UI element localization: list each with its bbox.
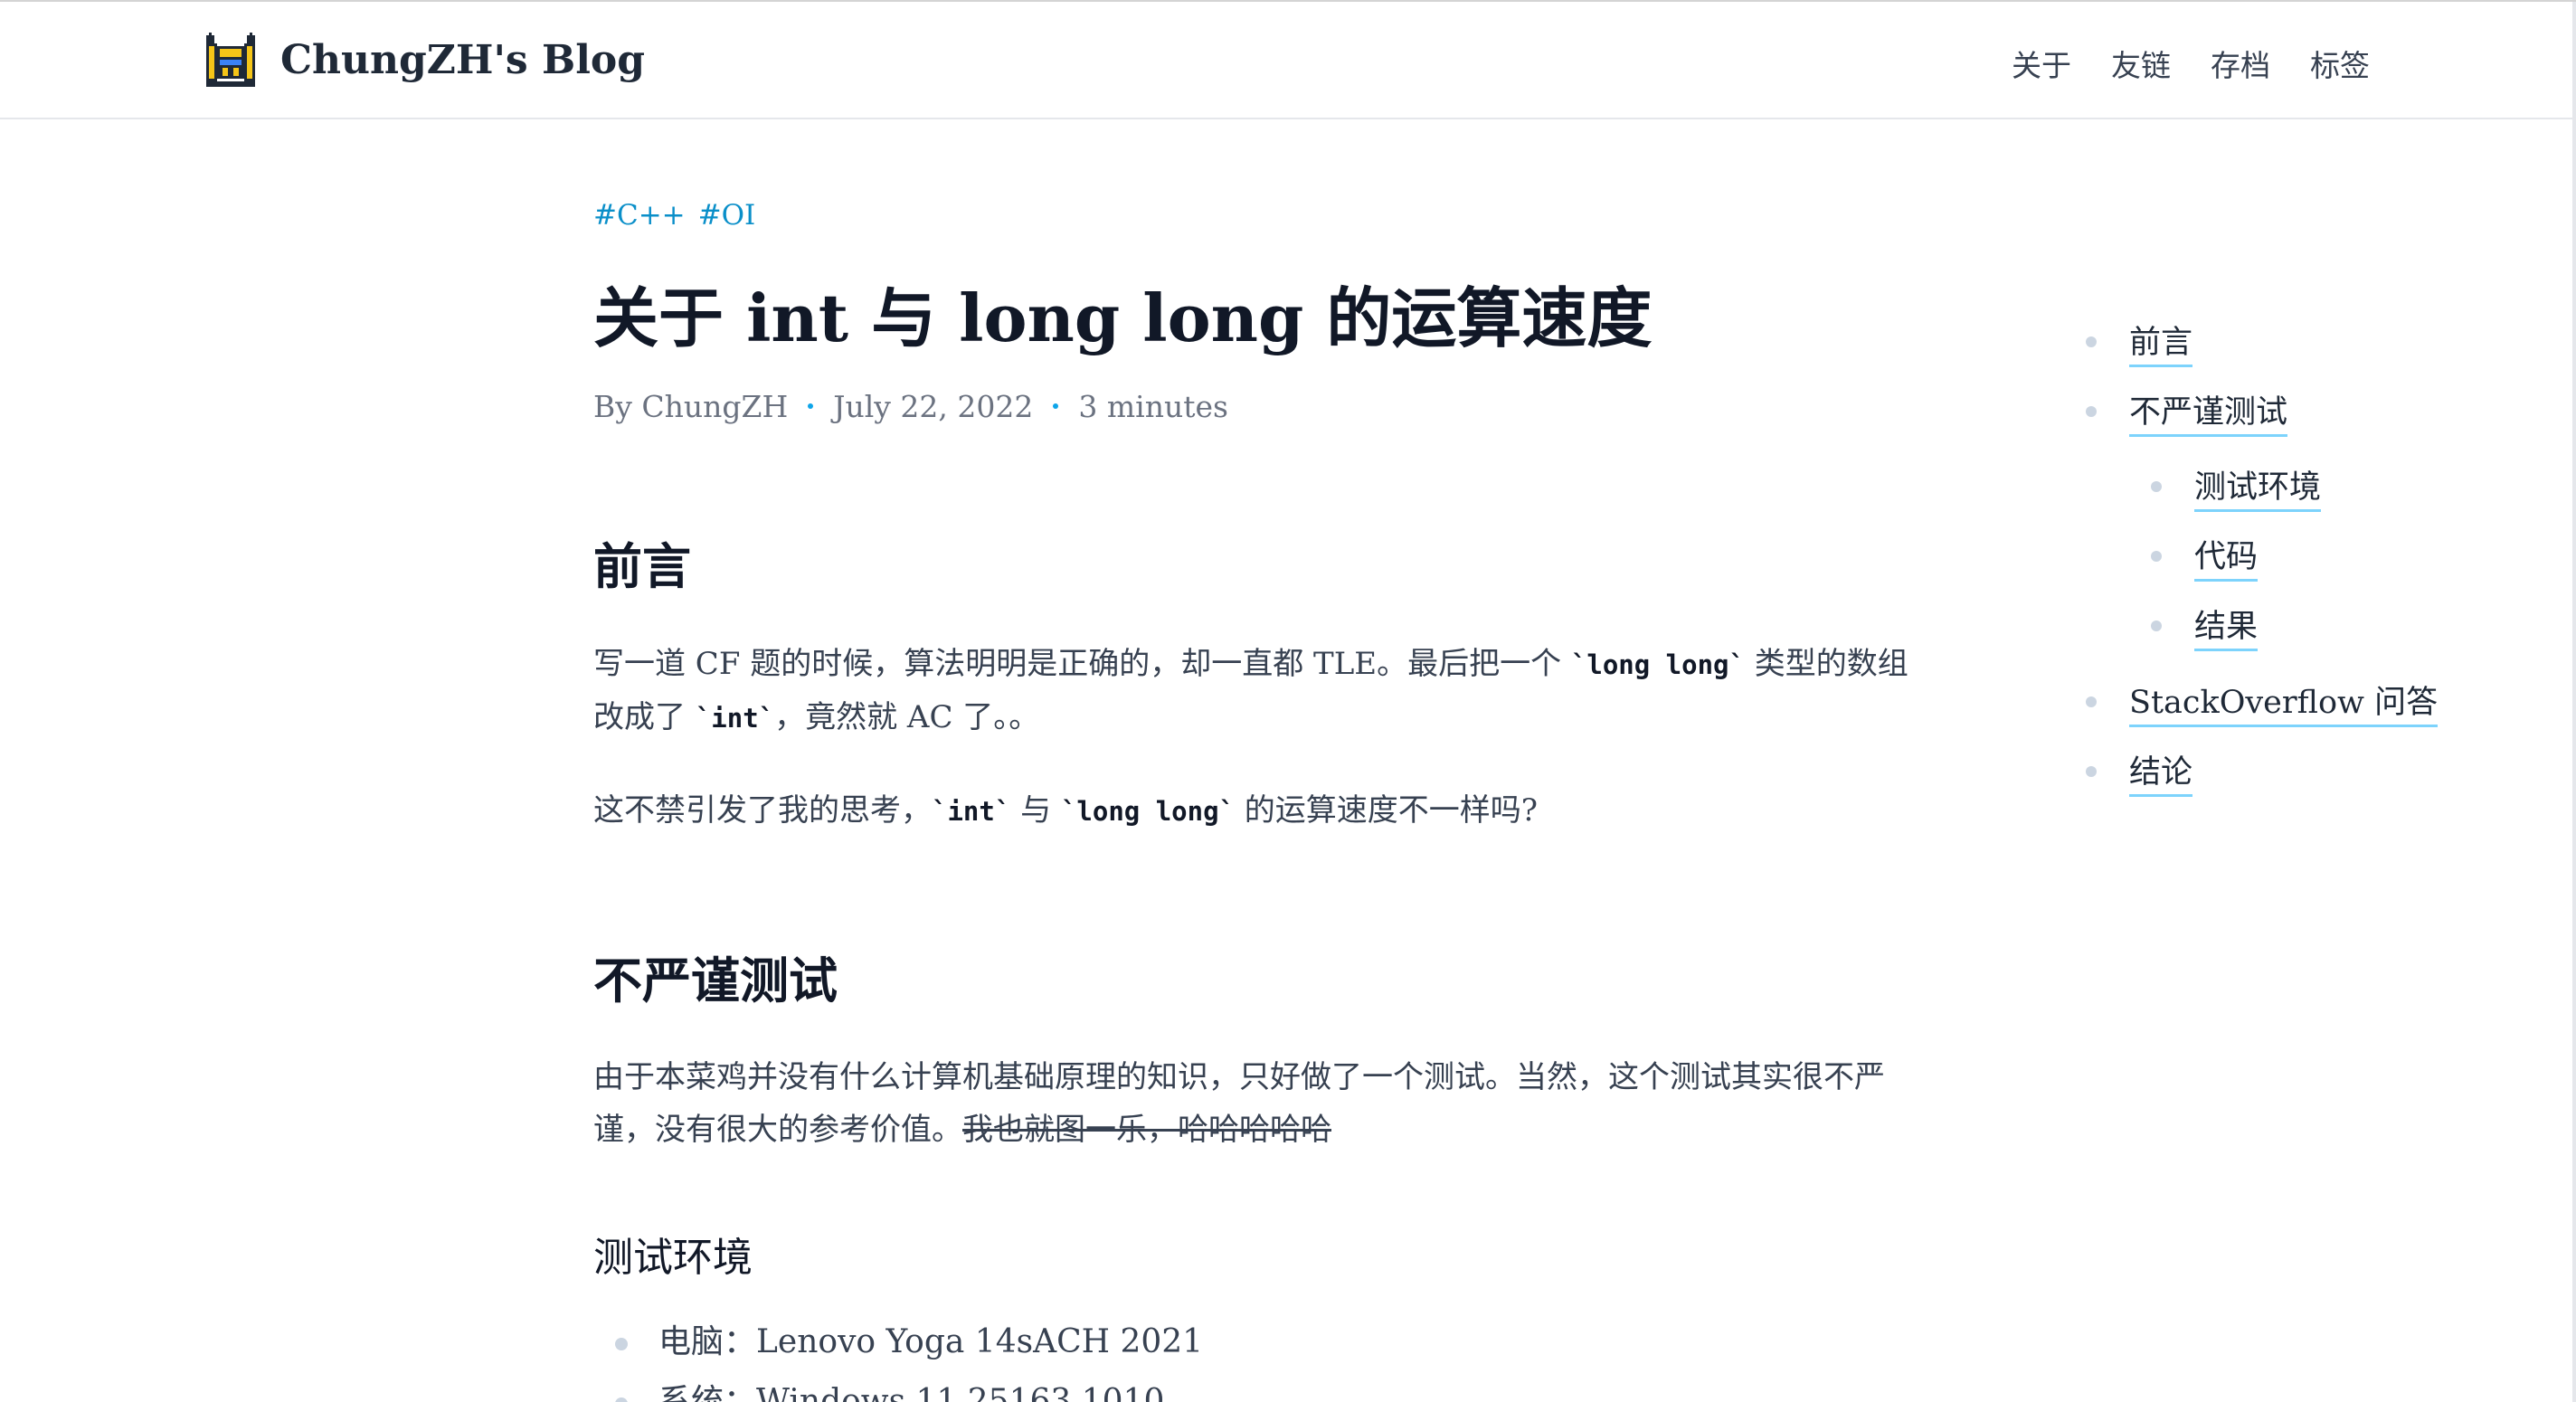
toc-item-code[interactable]: 代码 [2151, 531, 2259, 582]
heading-preface: 前言 [593, 537, 691, 595]
tag-cpp[interactable]: #C++ [593, 199, 686, 232]
meta-separator [808, 403, 814, 410]
toc-item-stackoverflow[interactable]: StackOverflow 问答 [2086, 677, 2439, 727]
preface-paragraph-1: 写一道 CF 题的时候，算法明明是正确的，却一直都 TLE。最后把一个 `lon… [593, 646, 1908, 735]
post-title: 关于 int 与 long long 的运算速度 [593, 279, 1653, 356]
preface-paragraph-2: 这不禁引发了我的思考，`int` 与 `long long` 的运算速度不一样吗… [593, 792, 1539, 829]
brand-link[interactable]: ChungZH's Blog [206, 33, 645, 87]
post-tags: #C++ #OI [593, 199, 1968, 232]
toc-item-environment[interactable]: 测试环境 [2151, 461, 2322, 512]
bullet-icon [2151, 551, 2162, 562]
site-header: ChungZH's Blog 关于 友链 存档 标签 [0, 2, 2576, 119]
castle-logo-icon [206, 33, 255, 87]
environment-list: 电脑：Lenovo Yoga 14sACH 2021 系统：Windows 11… [593, 1318, 1203, 1402]
heading-test: 不严谨测试 [593, 952, 838, 1009]
inline-code: `int` [932, 796, 1011, 827]
bullet-icon [2086, 696, 2097, 707]
toc-item-preface[interactable]: 前言 [2086, 317, 2193, 367]
bullet-icon [2151, 620, 2162, 631]
inline-code: `long long` [1060, 796, 1235, 827]
main-nav: 关于 友链 存档 标签 [2012, 42, 2370, 85]
strikethrough-text: 我也就图一乐，哈哈哈哈哈 [962, 1112, 1331, 1148]
scrollbar[interactable] [2572, 2, 2576, 1402]
toc-item-conclusion[interactable]: 结论 [2086, 746, 2193, 797]
list-item: 系统：Windows 11 25163.1010 [593, 1378, 1203, 1402]
inline-code: `long long` [1570, 649, 1745, 680]
tag-oi[interactable]: #OI [698, 199, 756, 232]
toc-item-results[interactable]: 结果 [2151, 601, 2259, 651]
post-date: July 22, 2022 [833, 388, 1034, 424]
list-item: 电脑：Lenovo Yoga 14sACH 2021 [593, 1318, 1203, 1378]
post-read-time: 3 minutes [1078, 388, 1228, 424]
heading-environment: 测试环境 [593, 1235, 753, 1281]
article: #C++ #OI 关于 int 与 long long 的运算速度 By Chu… [593, 199, 1968, 1402]
bullet-icon [2086, 336, 2097, 347]
bullet-icon [2086, 766, 2097, 777]
nav-archive[interactable]: 存档 [2211, 42, 2270, 85]
meta-separator [1053, 403, 1059, 410]
bullet-icon [2086, 406, 2097, 417]
nav-friends[interactable]: 友链 [2111, 42, 2171, 85]
inline-code: `int` [695, 703, 775, 734]
post-author: By ChungZH [593, 388, 789, 424]
brand-name[interactable]: ChungZH's Blog [280, 37, 645, 83]
bullet-icon [2151, 481, 2162, 492]
toc-item-test[interactable]: 不严谨测试 [2086, 386, 2288, 437]
test-paragraph: 由于本菜鸡并没有什么计算机基础原理的知识，只好做了一个测试。当然，这个测试其实很… [593, 1059, 1885, 1148]
nav-about[interactable]: 关于 [2012, 42, 2071, 85]
nav-tags[interactable]: 标签 [2310, 42, 2370, 85]
post-meta: By ChungZH July 22, 2022 3 minutes [593, 389, 1968, 424]
